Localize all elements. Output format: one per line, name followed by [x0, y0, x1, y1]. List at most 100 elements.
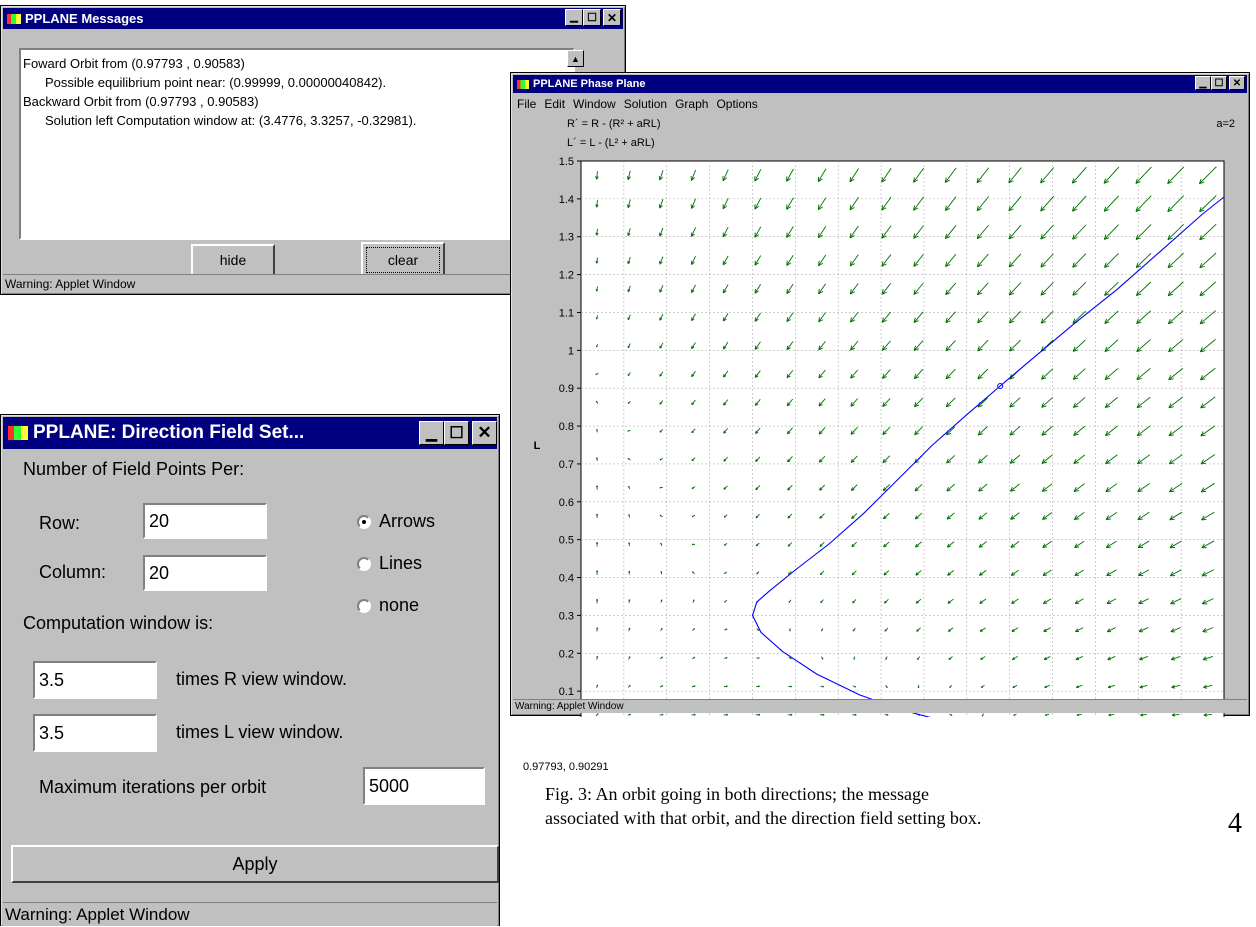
field-arrow: [819, 427, 825, 434]
field-arrow: [918, 685, 919, 688]
field-arrow: [596, 344, 597, 347]
field-arrow: [1045, 714, 1049, 715]
minimize-icon[interactable]: ▁: [565, 9, 583, 26]
field-arrow: [886, 657, 888, 660]
field-arrow: [757, 600, 759, 603]
field-arrow: [1107, 599, 1116, 604]
y-tick-label: 1.3: [559, 232, 574, 244]
close-icon[interactable]: ✕: [603, 9, 621, 26]
maximize-icon[interactable]: ☐: [444, 421, 469, 445]
field-arrow: [596, 599, 597, 603]
field-arrow: [660, 487, 663, 488]
field-arrow: [1203, 656, 1213, 660]
none-radio[interactable]: [357, 599, 371, 613]
field-arrow: [1200, 368, 1215, 380]
field-arrow: [851, 341, 858, 350]
menu-solution[interactable]: Solution: [624, 97, 667, 111]
minimize-icon[interactable]: ▁: [1195, 76, 1211, 90]
menu-window[interactable]: Window: [573, 97, 616, 111]
field-arrow: [882, 226, 891, 238]
field-arrow: [596, 571, 597, 575]
caption-line-1: Fig. 3: An orbit going in both direction…: [545, 782, 1225, 806]
menu-file[interactable]: File: [517, 97, 536, 111]
apply-button[interactable]: Apply: [11, 845, 499, 883]
menu-edit[interactable]: Edit: [544, 97, 565, 111]
field-arrow: [914, 398, 922, 407]
field-arrow: [1104, 196, 1119, 212]
field-arrow: [724, 657, 727, 658]
field-arrow: [915, 513, 922, 519]
clear-button[interactable]: clear: [361, 242, 445, 278]
field-arrow: [596, 171, 599, 179]
y-tick-label: 1.2: [559, 270, 574, 282]
field-arrow: [914, 341, 923, 351]
field-arrow: [1074, 455, 1085, 464]
field-arrow: [917, 657, 920, 660]
close-icon[interactable]: ✕: [1229, 76, 1245, 90]
field-arrow: [1010, 369, 1021, 379]
field-arrow: [821, 686, 824, 687]
field-arrow: [978, 427, 987, 436]
message-line: Backward Orbit from (0.97793 , 0.90583): [23, 92, 571, 111]
messages-titlebar[interactable]: PPLANE Messages ▁ ☐ ✕: [3, 8, 623, 29]
lines-radio[interactable]: [357, 557, 371, 571]
field-arrow: [884, 542, 889, 547]
menu-options[interactable]: Options: [716, 97, 757, 111]
field-arrow: [1104, 225, 1118, 240]
field-arrow: [914, 254, 924, 266]
field-arrow: [1169, 455, 1182, 464]
field-arrow: [627, 171, 630, 180]
field-arrow: [724, 515, 727, 518]
field-arrow: [660, 401, 663, 405]
r-multiplier-input[interactable]: [33, 661, 157, 699]
field-arrow: [914, 197, 924, 210]
field-arrow: [979, 484, 987, 491]
field-arrow: [1074, 426, 1085, 435]
dfs-titlebar[interactable]: PPLANE: Direction Field Set... ▁ ☐ ✕: [3, 417, 497, 449]
field-arrow: [723, 371, 727, 377]
field-arrow: [629, 514, 630, 517]
field-arrow: [723, 285, 728, 293]
close-icon[interactable]: ✕: [472, 421, 497, 445]
hide-button[interactable]: hide: [191, 244, 275, 276]
field-arrow: [820, 542, 824, 546]
field-arrow: [1139, 599, 1149, 604]
field-arrow: [596, 429, 597, 432]
field-arrow: [629, 599, 630, 602]
field-arrow: [978, 311, 989, 322]
arrows-radio[interactable]: [357, 515, 371, 529]
field-arrow: [818, 226, 825, 237]
column-input[interactable]: [143, 555, 267, 591]
field-arrow: [628, 458, 630, 460]
menu-graph[interactable]: Graph: [675, 97, 708, 111]
max-iterations-input[interactable]: [363, 767, 485, 805]
scroll-up-arrow-icon[interactable]: ▲: [567, 50, 584, 67]
field-arrow: [1043, 599, 1051, 604]
minimize-icon[interactable]: ▁: [419, 421, 444, 445]
field-arrow: [1200, 253, 1216, 268]
phase-titlebar[interactable]: PPLANE Phase Plane ▁ ☐ ✕: [513, 75, 1247, 93]
row-label: Row:: [39, 513, 80, 534]
field-arrow: [1169, 426, 1182, 436]
field-arrow: [1137, 368, 1151, 379]
field-arrow: [945, 197, 956, 211]
field-arrow: [1170, 512, 1182, 520]
field-arrow: [1171, 599, 1182, 604]
phase-plot[interactable]: 00.10.20.30.40.50.60.70.80.911.11.21.31.…: [511, 73, 1251, 717]
equation-r: R´ = R - (R² + aRL): [567, 118, 661, 130]
field-arrow: [1168, 253, 1184, 268]
row-input[interactable]: [143, 503, 267, 539]
y-tick-label: 1.5: [559, 156, 574, 168]
app-icon: [7, 14, 21, 24]
field-arrow: [692, 285, 696, 293]
maximize-icon[interactable]: ☐: [583, 9, 601, 26]
maximize-icon[interactable]: ☐: [1211, 76, 1227, 90]
field-arrow: [1168, 196, 1184, 212]
field-arrow: [1200, 282, 1216, 296]
l-multiplier-input[interactable]: [33, 714, 157, 752]
messages-textarea[interactable]: Foward Orbit from (0.97793 , 0.90583) Po…: [19, 48, 575, 240]
field-arrow: [596, 542, 597, 546]
field-arrow: [1137, 426, 1150, 436]
app-icon: [517, 80, 529, 89]
field-arrow: [724, 428, 728, 433]
